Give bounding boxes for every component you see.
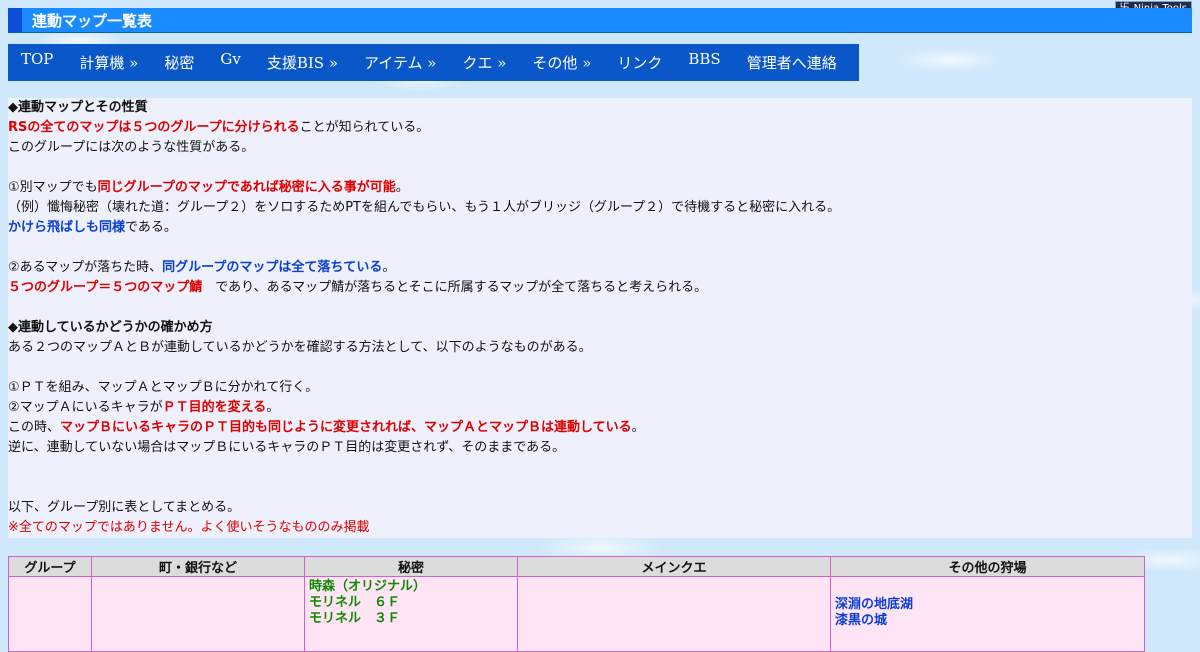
text-span: ②あるマップが落ちた時、 bbox=[8, 260, 163, 275]
paragraph-line: ②あるマップが落ちた時、同グループのマップは全て落ちている。 bbox=[8, 258, 1192, 278]
text-span: ②マップＡにいるキャラが bbox=[8, 400, 163, 415]
col-header-town: 町・銀行など bbox=[91, 556, 305, 577]
nav-contact-admin[interactable]: 管理者へ連絡 bbox=[734, 44, 850, 81]
cell-secret: 時森（オリジナル） モリネル ６Ｆ モリネル ３Ｆ bbox=[304, 576, 518, 652]
col-header-other-hunting: その他の狩場 bbox=[830, 556, 1145, 577]
col-header-secret: 秘密 bbox=[304, 556, 518, 577]
paragraph-line: ①別マップでも同じグループのマップであれば秘密に入る事が可能。 bbox=[8, 178, 1192, 198]
nav-quest[interactable]: クエ » bbox=[449, 44, 519, 81]
paragraph-line: 以下、グループ別に表としてまとめる。 bbox=[8, 500, 241, 515]
paragraph-line: このグループには次のような性質がある。 bbox=[8, 140, 255, 155]
page-title: 連動マップ一覧表 bbox=[32, 12, 153, 30]
disclaimer-note: ※全てのマップではありません。よく使いそうなもののみ掲載 bbox=[8, 520, 370, 535]
nav-top[interactable]: TOP bbox=[8, 44, 66, 74]
nav-secret[interactable]: 秘密 bbox=[151, 44, 207, 81]
cell-other-hunting: 深淵の地底湖 漆黒の城 bbox=[830, 576, 1145, 652]
col-header-main-quest: メインクエ bbox=[517, 556, 831, 577]
nav-bbs[interactable]: BBS bbox=[675, 44, 733, 74]
emphasis-red: マップＢにいるキャラのＰＴ目的も同じように変更されれば、マップＡとマップＢは連動… bbox=[60, 420, 632, 435]
emphasis-red: ５つのグループ＝５つのマップ鯖 bbox=[8, 280, 203, 295]
paragraph-line: RSの全てのマップは５つのグループに分けられることが知られている。 bbox=[8, 118, 1192, 138]
paragraph-line: ①ＰＴを組み、マップＡとマップＢに分かれて行く。 bbox=[8, 380, 319, 395]
text-span: この時、 bbox=[8, 420, 61, 435]
section-heading-properties: ◆連動マップとその性質 bbox=[8, 100, 148, 115]
header-accent bbox=[8, 8, 22, 32]
map-group-table-wrapper: グループ 町・銀行など 秘密 メインクエ その他の狩場 時森（オリジナル） モリ… bbox=[8, 556, 1145, 652]
nav-items[interactable]: アイテム » bbox=[351, 44, 449, 81]
article-body: ◆連動マップとその性質 RSの全てのマップは５つのグループに分けられることが知ら… bbox=[8, 98, 1192, 538]
text-span: ①別マップでも bbox=[8, 180, 98, 195]
col-header-group: グループ bbox=[8, 556, 92, 577]
secret-item: モリネル ３Ｆ bbox=[309, 611, 401, 626]
text-span: である。 bbox=[125, 220, 177, 235]
paragraph-line: ②マップＡにいるキャラがＰＴ目的を変える。 bbox=[8, 398, 1192, 418]
nav-links[interactable]: リンク bbox=[604, 44, 675, 81]
paragraph-line: ある２つのマップＡとＢが連動しているかどうかを確認する方法として、以下のようなも… bbox=[8, 340, 592, 355]
secret-item: モリネル ６Ｆ bbox=[309, 595, 401, 610]
text-span: ことが知られている。 bbox=[299, 120, 430, 135]
text-span: 。 bbox=[395, 180, 409, 195]
section-heading-verify: ◆連動しているかどうかの確かめ方 bbox=[8, 320, 213, 335]
nav-support-bis[interactable]: 支援BIS » bbox=[254, 44, 351, 81]
nav-calculator[interactable]: 計算機 » bbox=[66, 44, 151, 81]
table-header-row: グループ 町・銀行など 秘密 メインクエ その他の狩場 bbox=[8, 556, 1145, 577]
paragraph-line: かけら飛ばしも同様である。 bbox=[8, 218, 1192, 238]
page-header: 連動マップ一覧表 bbox=[8, 8, 1192, 33]
text-span: 。 bbox=[266, 400, 280, 415]
map-group-table: グループ 町・銀行など 秘密 メインクエ その他の狩場 時森（オリジナル） モリ… bbox=[8, 556, 1145, 652]
emphasis-red: 同じグループのマップであれば秘密に入る事が可能 bbox=[97, 180, 396, 195]
cell-town bbox=[91, 576, 305, 652]
emphasis-red: RSの全てのマップは５つのグループに分けられる bbox=[8, 120, 300, 135]
text-span: 。 bbox=[382, 260, 396, 275]
paragraph-line: 逆に、連動していない場合はマップＢにいるキャラのＰＴ目的は変更されず、そのままで… bbox=[8, 440, 566, 455]
hunt-item: 深淵の地底湖 bbox=[835, 597, 914, 612]
emphasis-blue: かけら飛ばしも同様 bbox=[8, 220, 126, 235]
emphasis-red: ＰＴ目的を変える bbox=[162, 400, 267, 415]
table-row: 時森（オリジナル） モリネル ６Ｆ モリネル ３Ｆ 深淵の地底湖 漆黒の城 bbox=[8, 576, 1145, 652]
nav-gv[interactable]: Gv bbox=[207, 44, 253, 74]
cell-main-quest bbox=[517, 576, 831, 652]
paragraph-line: ５つのグループ＝５つのマップ鯖 であり、あるマップ鯖が落ちるとそこに所属するマッ… bbox=[8, 278, 1192, 298]
paragraph-line: この時、マップＢにいるキャラのＰＴ目的も同じように変更されれば、マップＡとマップ… bbox=[8, 418, 1192, 438]
emphasis-blue: 同グループのマップは全て落ちている bbox=[162, 260, 383, 275]
text-span: であり、あるマップ鯖が落ちるとそこに所属するマップが全て落ちると考えられる。 bbox=[202, 280, 708, 295]
paragraph-line: （例）懺悔秘密（壊れた道：グループ２）をソロするためPTを組んでもらい、もう１人… bbox=[8, 200, 841, 215]
cell-group bbox=[8, 576, 92, 652]
text-span: 。 bbox=[631, 420, 645, 435]
nav-other[interactable]: その他 » bbox=[519, 44, 604, 81]
hunt-item: 漆黒の城 bbox=[835, 613, 888, 628]
main-nav: TOP 計算機 » 秘密 Gv 支援BIS » アイテム » クエ » その他 … bbox=[8, 44, 859, 81]
secret-item: 時森（オリジナル） bbox=[309, 579, 427, 594]
